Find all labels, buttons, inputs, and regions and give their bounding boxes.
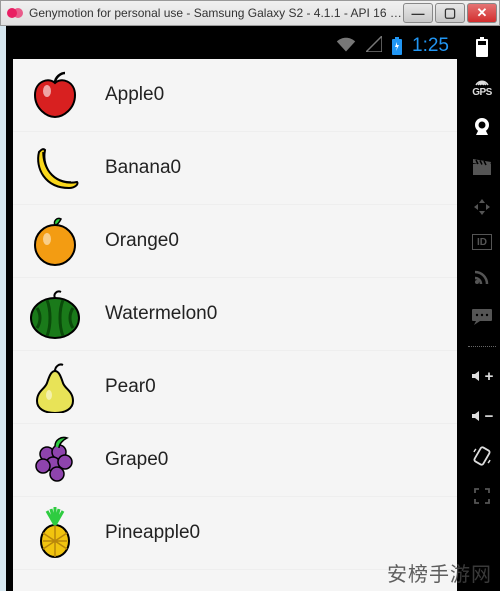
list-item[interactable]: Pear0 [13,351,457,424]
banana-icon [29,142,81,194]
sidebar-divider [468,346,497,347]
watermelon-icon [29,288,81,340]
list-item[interactable]: Apple0 [13,59,457,132]
gps-label: GPS [472,87,492,98]
id-sidebar-button[interactable]: ID [472,234,492,250]
list-item[interactable]: Watermelon0 [13,278,457,351]
fullscreen-sidebar-icon[interactable] [469,483,495,509]
rss-sidebar-icon[interactable] [469,264,495,290]
list-item-label: Banana0 [105,157,181,179]
plus-label: + [485,368,494,385]
window-button-group: — ▢ ✕ [403,3,497,23]
window-minimize-button[interactable]: — [403,3,433,23]
minus-label: − [485,408,494,425]
window-titlebar: Genymotion for personal use - Samsung Ga… [0,0,500,26]
list-item-label: Apple0 [105,84,164,106]
android-status-bar[interactable]: 1:25 [13,33,457,59]
grape-icon [29,434,81,486]
window-title: Genymotion for personal use - Samsung Ga… [29,6,403,20]
volume-down-button[interactable]: − [469,403,495,429]
sms-sidebar-icon[interactable] [469,304,495,330]
wifi-icon [336,36,356,57]
device-screen: 1:25 Apple0 Banana0 Orange0 [6,26,464,591]
status-clock: 1:25 [412,35,449,57]
list-item[interactable]: Grape0 [13,424,457,497]
list-item-label: Watermelon0 [105,303,217,325]
pear-icon [29,361,81,413]
list-item[interactable]: Pineapple0 [13,497,457,570]
list-item-label: Pineapple0 [105,522,200,544]
apple-icon [29,69,81,121]
gps-sidebar-button[interactable]: GPS [469,74,495,100]
window-maximize-button[interactable]: ▢ [435,3,465,23]
list-item[interactable]: Orange0 [13,205,457,278]
orange-icon [29,215,81,267]
webcam-sidebar-icon[interactable] [469,114,495,140]
genymotion-sidebar: GPS ID + − [464,26,500,591]
battery-charging-icon [392,37,402,55]
id-label: ID [477,237,487,248]
window-close-button[interactable]: ✕ [467,3,497,23]
rotate-sidebar-icon[interactable] [469,443,495,469]
list-item-label: Grape0 [105,449,168,471]
cell-signal-icon [366,36,382,57]
list-item-label: Pear0 [105,376,156,398]
fruit-list[interactable]: Apple0 Banana0 Orange0 Watermelon0 [13,59,457,591]
pineapple-icon [29,507,81,559]
emulator-frame: 1:25 Apple0 Banana0 Orange0 [6,26,500,591]
list-item[interactable]: Banana0 [13,132,457,205]
battery-sidebar-icon[interactable] [469,34,495,60]
list-item-label: Orange0 [105,230,179,252]
volume-up-button[interactable]: + [469,363,495,389]
navigate-sidebar-icon[interactable] [469,194,495,220]
clapper-sidebar-icon[interactable] [469,154,495,180]
genymotion-logo-icon [7,5,23,21]
